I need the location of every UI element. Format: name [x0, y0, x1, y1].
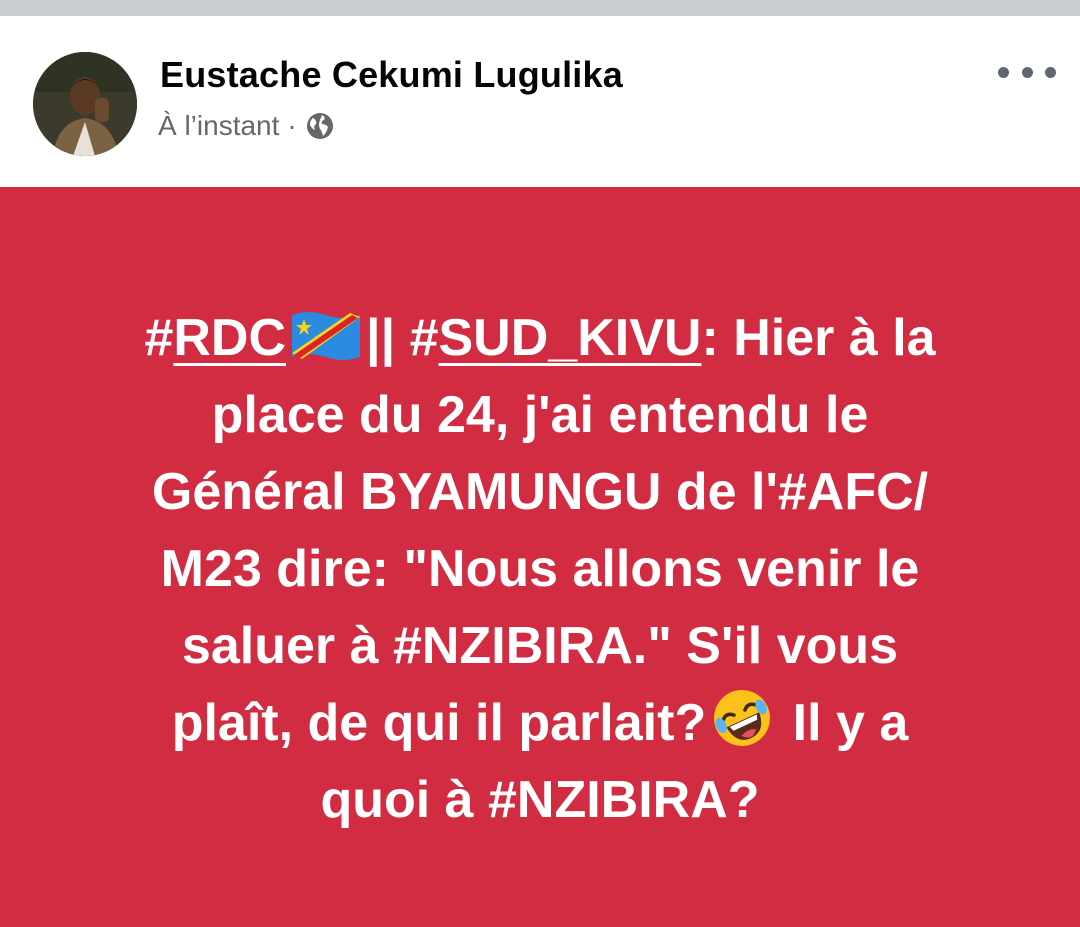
avatar-image	[33, 52, 137, 156]
hashtag-afc[interactable]: AFC	[807, 463, 914, 521]
globe-icon[interactable]	[305, 111, 335, 141]
hashtag-sud-kivu[interactable]: SUD_KIVU	[439, 309, 702, 367]
drc-flag-emoji	[292, 312, 361, 360]
post-meta: À l’instant ·	[158, 110, 335, 142]
post-line-7: quoi à #NZIBIRA?	[320, 771, 760, 829]
more-options-icon[interactable]	[998, 62, 1056, 82]
author-name[interactable]: Eustache Cekumi Lugulika	[160, 54, 623, 96]
hashtag-nzibira-2[interactable]: NZIBIRA	[517, 771, 728, 829]
post-line-4: M23 dire: "Nous allons venir le	[160, 540, 920, 598]
post-timestamp[interactable]: À l’instant	[158, 110, 279, 142]
meta-separator: ·	[287, 110, 297, 141]
rolling-laughing-emoji	[714, 690, 771, 746]
hashtag-nzibira-1[interactable]: NZIBIRA	[422, 617, 633, 675]
post-header: Eustache Cekumi Lugulika À l’instant ·	[0, 22, 1080, 187]
hashtag-rdc[interactable]: #RDC	[144, 309, 286, 367]
post-line-1: #RDC || #SUD_KIVU: Hier à la	[144, 309, 936, 367]
post-line-5: saluer à #NZIBIRA." S'il vous	[181, 617, 899, 675]
post-body: #RDC || #SUD_KIVU: Hier à la place du 24…	[40, 300, 1040, 839]
post-line-6: plaît, de qui il parlait? Il y a	[40, 685, 1040, 762]
feed-divider	[0, 0, 1080, 16]
post-line-2: place du 24, j'ai entendu le	[211, 386, 869, 444]
post-line-3: Général BYAMUNGU de l'#AFC/	[151, 463, 929, 521]
avatar[interactable]	[33, 52, 137, 156]
